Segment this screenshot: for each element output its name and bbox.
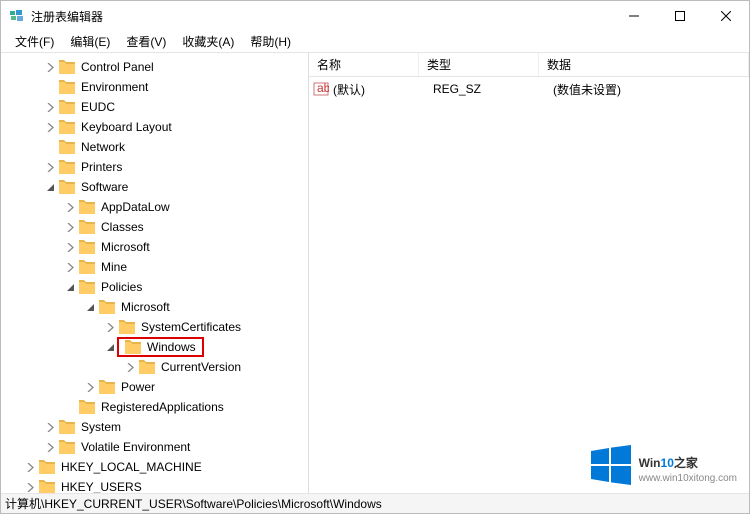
tree-node-control-panel[interactable]: Control Panel xyxy=(1,57,308,77)
folder-icon xyxy=(139,360,155,374)
chevron-right-icon[interactable] xyxy=(83,380,97,394)
app-icon xyxy=(9,8,25,24)
svg-text:ab: ab xyxy=(317,81,329,95)
chevron-right-icon[interactable] xyxy=(63,200,77,214)
content: Control Panel Environment EUDC Keyboard … xyxy=(1,53,749,493)
tree-node-software[interactable]: Software xyxy=(1,177,308,197)
chevron-down-icon[interactable] xyxy=(43,180,57,194)
tree-node-network[interactable]: Network xyxy=(1,137,308,157)
tree-node-policies-microsoft[interactable]: Microsoft xyxy=(1,297,308,317)
highlight-box: Windows xyxy=(117,337,204,357)
folder-icon xyxy=(99,380,115,394)
folder-icon xyxy=(59,420,75,434)
folder-icon xyxy=(59,100,75,114)
tree-node-volatile-environment[interactable]: Volatile Environment xyxy=(1,437,308,457)
chevron-right-icon[interactable] xyxy=(43,120,57,134)
menu-edit[interactable]: 编辑(E) xyxy=(62,31,118,52)
window-title: 注册表编辑器 xyxy=(31,8,103,25)
menubar: 文件(F) 编辑(E) 查看(V) 收藏夹(A) 帮助(H) xyxy=(1,31,749,53)
list-body: ab (默认) REG_SZ (数值未设置) xyxy=(309,77,749,99)
value-data: (数值未设置) xyxy=(545,81,749,98)
folder-icon xyxy=(59,80,75,94)
chevron-right-icon[interactable] xyxy=(43,60,57,74)
list-pane: 名称 类型 数据 ab (默认) REG_SZ (数值未设置) xyxy=(309,53,749,493)
folder-icon xyxy=(59,60,75,74)
folder-icon xyxy=(59,160,75,174)
chevron-right-icon[interactable] xyxy=(63,220,77,234)
folder-icon xyxy=(79,240,95,254)
tree-node-keyboard-layout[interactable]: Keyboard Layout xyxy=(1,117,308,137)
chevron-right-icon[interactable] xyxy=(63,260,77,274)
tree-pane: Control Panel Environment EUDC Keyboard … xyxy=(1,53,309,493)
string-value-icon: ab xyxy=(313,81,329,97)
chevron-right-icon[interactable] xyxy=(23,460,37,474)
menu-help[interactable]: 帮助(H) xyxy=(242,31,299,52)
value-name: (默认) xyxy=(333,81,425,98)
folder-icon xyxy=(59,120,75,134)
tree-node-mine[interactable]: Mine xyxy=(1,257,308,277)
chevron-right-icon[interactable] xyxy=(43,440,57,454)
tree-node-printers[interactable]: Printers xyxy=(1,157,308,177)
menu-view[interactable]: 查看(V) xyxy=(118,31,174,52)
tree-node-currentversion[interactable]: CurrentVersion xyxy=(1,357,308,377)
folder-icon xyxy=(59,180,75,194)
tree-node-windows[interactable]: Windows xyxy=(1,337,308,357)
minimize-button[interactable] xyxy=(611,1,657,31)
chevron-right-icon[interactable] xyxy=(43,160,57,174)
chevron-down-icon[interactable] xyxy=(103,340,117,354)
folder-icon xyxy=(59,140,75,154)
folder-icon xyxy=(79,200,95,214)
list-row[interactable]: ab (默认) REG_SZ (数值未设置) xyxy=(309,79,749,99)
tree-node-system[interactable]: System xyxy=(1,417,308,437)
folder-icon xyxy=(39,480,55,493)
tree-node-systemcertificates[interactable]: SystemCertificates xyxy=(1,317,308,337)
menu-favorites[interactable]: 收藏夹(A) xyxy=(174,31,242,52)
list-header: 名称 类型 数据 xyxy=(309,53,749,77)
folder-icon xyxy=(125,340,141,354)
tree-scroll[interactable]: Control Panel Environment EUDC Keyboard … xyxy=(1,53,308,493)
column-type[interactable]: 类型 xyxy=(419,53,539,76)
tree-node-registeredapplications[interactable]: RegisteredApplications xyxy=(1,397,308,417)
tree-node-appdatalow[interactable]: AppDataLow xyxy=(1,197,308,217)
tree-node-eudc[interactable]: EUDC xyxy=(1,97,308,117)
chevron-down-icon[interactable] xyxy=(83,300,97,314)
close-button[interactable] xyxy=(703,1,749,31)
column-name[interactable]: 名称 xyxy=(309,53,419,76)
tree-node-hklm[interactable]: HKEY_LOCAL_MACHINE xyxy=(1,457,308,477)
chevron-right-icon[interactable] xyxy=(63,240,77,254)
folder-icon xyxy=(119,320,135,334)
tree-node-classes[interactable]: Classes xyxy=(1,217,308,237)
statusbar: 计算机\HKEY_CURRENT_USER\Software\Policies\… xyxy=(1,493,749,513)
chevron-right-icon[interactable] xyxy=(103,320,117,334)
tree-node-microsoft[interactable]: Microsoft xyxy=(1,237,308,257)
tree-node-policies[interactable]: Policies xyxy=(1,277,308,297)
chevron-right-icon[interactable] xyxy=(43,100,57,114)
maximize-button[interactable] xyxy=(657,1,703,31)
chevron-right-icon[interactable] xyxy=(23,480,37,493)
menu-file[interactable]: 文件(F) xyxy=(7,31,62,52)
chevron-right-icon[interactable] xyxy=(43,420,57,434)
folder-icon xyxy=(79,280,95,294)
column-data[interactable]: 数据 xyxy=(539,53,749,76)
folder-icon xyxy=(79,220,95,234)
folder-icon xyxy=(79,400,95,414)
value-type: REG_SZ xyxy=(425,82,545,96)
tree-node-hku[interactable]: HKEY_USERS xyxy=(1,477,308,493)
tree-node-environment[interactable]: Environment xyxy=(1,77,308,97)
chevron-down-icon[interactable] xyxy=(63,280,77,294)
tree-node-power[interactable]: Power xyxy=(1,377,308,397)
folder-icon xyxy=(79,260,95,274)
titlebar: 注册表编辑器 xyxy=(1,1,749,31)
chevron-right-icon[interactable] xyxy=(123,360,137,374)
status-path: 计算机\HKEY_CURRENT_USER\Software\Policies\… xyxy=(5,495,382,512)
folder-icon xyxy=(59,440,75,454)
folder-icon xyxy=(99,300,115,314)
folder-icon xyxy=(39,460,55,474)
